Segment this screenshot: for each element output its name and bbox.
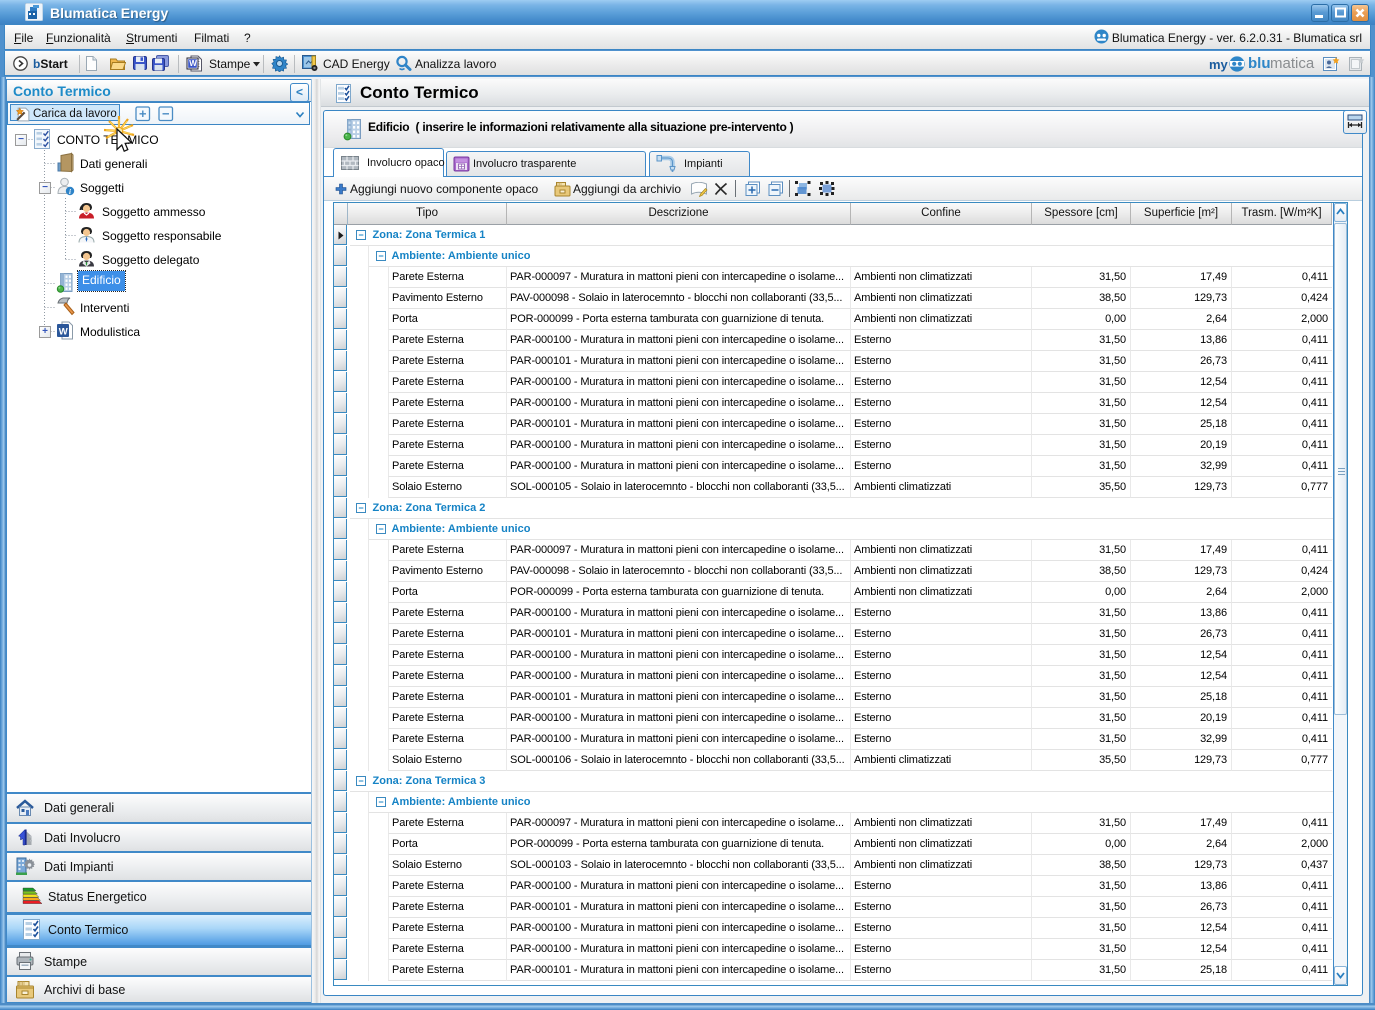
svg-text:i: i: [69, 188, 71, 196]
svg-text:W: W: [189, 59, 197, 68]
svg-text:W: W: [59, 327, 68, 338]
